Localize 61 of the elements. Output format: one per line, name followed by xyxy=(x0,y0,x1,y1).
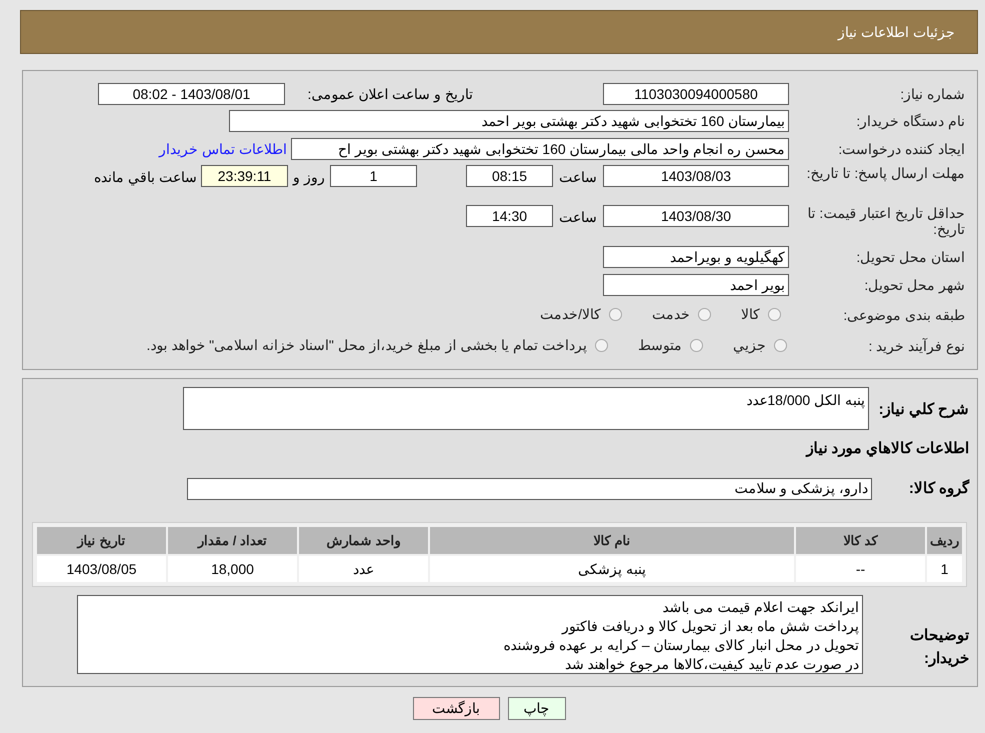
print-button[interactable]: چاپ xyxy=(508,697,566,720)
field-label: شماره نیاز: xyxy=(899,86,966,102)
radio-button[interactable] xyxy=(698,308,711,321)
field-label: کالا/خدمت xyxy=(540,305,601,324)
field-label: خدمت xyxy=(652,305,690,324)
column-header: تعداد / مقدار xyxy=(168,527,297,554)
table-cell: -- xyxy=(796,556,925,582)
field-label: طبقه بندی موضوعی: xyxy=(842,306,966,322)
field-label: نام دستگاه خریدار: xyxy=(855,113,966,129)
text-field[interactable]: 14:30 xyxy=(466,205,553,227)
field-label: ایجاد کننده درخواست: xyxy=(837,141,966,157)
field-label: شهر محل تحویل: xyxy=(863,277,966,293)
field-label: گروه کالا: xyxy=(908,478,969,499)
header-title: جزئیات اطلاعات نیاز xyxy=(838,22,955,42)
field-label: تاریخ و ساعت اعلان عمومی: xyxy=(306,84,473,104)
text-field[interactable]: 08:15 xyxy=(466,165,553,187)
field-label: کالا xyxy=(741,305,760,324)
text-field[interactable]: دارو، پزشکی و سلامت xyxy=(187,478,872,500)
radio-button[interactable] xyxy=(774,339,787,352)
table-cell: پنبه پزشکی xyxy=(430,556,794,582)
table-cell: 1403/08/05 xyxy=(37,556,166,582)
field-label: پرداخت تمام یا بخشی از مبلغ خرید،از محل "اسناد خزانه اسلامی" خواهد بود. xyxy=(146,336,587,356)
text-field[interactable]: 1403/08/30 xyxy=(603,205,789,227)
column-header: تاریخ نیاز xyxy=(37,527,166,554)
column-header: ردیف xyxy=(927,527,962,554)
table-cell: عدد xyxy=(299,556,428,582)
field-label: شرح کلي نياز: xyxy=(878,400,969,420)
text-field[interactable]: کهگیلویه و بویراحمد xyxy=(603,246,789,268)
field-label: نوع فرآیند خرید : xyxy=(867,338,966,354)
radio-button[interactable] xyxy=(595,339,608,352)
column-header: نام کالا xyxy=(430,527,794,554)
field-label: مهلت ارسال پاسخ: تا تاریخ: xyxy=(806,165,966,181)
text-field[interactable]: 1103030094000580 xyxy=(603,83,789,105)
column-header: واحد شمارش xyxy=(299,527,428,554)
text-field[interactable]: 1403/08/01 - 08:02 xyxy=(98,83,285,105)
field-label: توضیحات خریدار: xyxy=(909,626,969,669)
field-label: استان محل تحویل: xyxy=(855,249,966,265)
text-area[interactable]: پنبه الکل 18/000عدد xyxy=(183,387,869,430)
field-label: روز و xyxy=(291,168,326,188)
back-button[interactable]: بازگشت xyxy=(412,697,500,720)
field-label: ساعت باقي مانده xyxy=(94,168,197,188)
radio-button[interactable] xyxy=(768,308,781,321)
field-label: حداقل تاریخ اعتبار قیمت: تا تاریخ: xyxy=(806,205,966,237)
table-cell: 18,000 xyxy=(168,556,297,582)
text-field[interactable]: 1403/08/03 xyxy=(603,165,789,187)
text-field[interactable]: بویر احمد xyxy=(603,274,789,296)
radio-button[interactable] xyxy=(690,339,703,352)
field-label: ساعت xyxy=(558,168,598,187)
text-field[interactable]: بیمارستان 160 تختخوابی شهید دکتر بهشتی بویر احمد xyxy=(229,110,789,132)
text-field[interactable]: محسن ره انجام واحد مالی بیمارستان 160 تختخوابی شهید دکتر بهشتی بویر اح xyxy=(291,138,789,160)
table-cell: 1 xyxy=(927,556,962,582)
text-field[interactable]: 23:39:11 xyxy=(201,165,288,187)
text-area[interactable]: ایرانکد جهت اعلام قیمت می باشد پرداخت شش ماه بعد از تحویل کالا و دریافت فاکتور تحویل در محل انبار کالای بیمارستان – کرایه بر عهده فروشنده در صورت عدم تایید کیفیت،کالاها مرجوع خواهند شد xyxy=(77,595,863,674)
text-field[interactable]: 1 xyxy=(330,165,417,187)
field-label: ساعت xyxy=(558,208,598,227)
section-title: اطلاعات کالاهاي مورد نياز xyxy=(804,439,969,459)
radio-button[interactable] xyxy=(609,308,622,321)
column-header: کد کالا xyxy=(796,527,925,554)
field-label: جزيي xyxy=(733,336,766,356)
field-label: متوسط xyxy=(638,336,682,356)
contact-link[interactable]: اطلاعات تماس خریدار xyxy=(159,138,287,160)
